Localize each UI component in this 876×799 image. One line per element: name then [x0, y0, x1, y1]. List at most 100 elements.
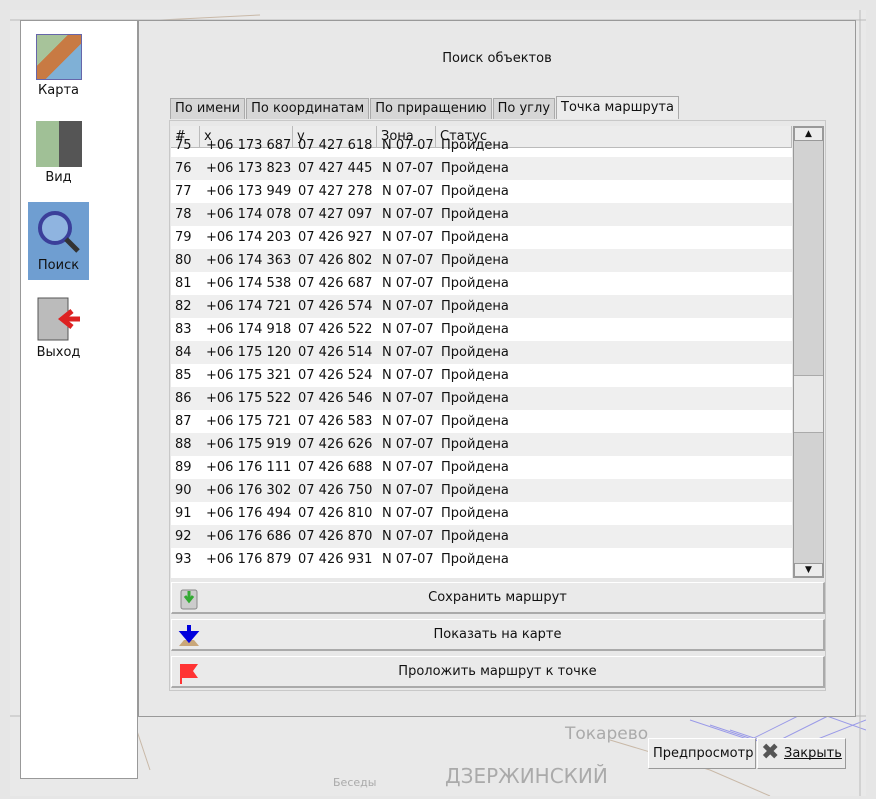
cell-x: +06 175 522 [206, 391, 292, 406]
cell-number: 86 [175, 391, 192, 406]
cell-zone: N 07-07 [382, 253, 434, 268]
cell-status: Пройдена [441, 276, 509, 291]
cell-number: 77 [175, 184, 192, 199]
tab-by-angle[interactable]: По углу [492, 98, 556, 119]
sidebar: Карта Вид Поиск Выход [20, 20, 138, 779]
cell-zone: N 07-07 [382, 345, 434, 360]
sidebar-item-label: Выход [36, 345, 81, 360]
cell-x: +06 176 686 [206, 529, 292, 544]
close-icon: ✖ [761, 740, 780, 765]
cell-y: 07 427 618 [298, 138, 373, 153]
sidebar-item-label: Карта [38, 83, 79, 98]
cell-y: 07 426 931 [298, 552, 373, 567]
cell-number: 89 [175, 460, 192, 475]
save-icon [178, 588, 200, 610]
table-row[interactable]: 83 +06 174 918 07 426 522 N 07-07 Пройдена [171, 318, 792, 341]
cell-zone: N 07-07 [382, 138, 434, 153]
sidebar-item-view[interactable]: Вид [28, 114, 89, 192]
sidebar-item-search[interactable]: Поиск [28, 202, 89, 280]
show-on-map-label: Показать на карте [433, 627, 562, 642]
cell-x: +06 174 918 [206, 322, 292, 337]
close-button[interactable]: ✖ Закрыть [757, 738, 846, 769]
table-row[interactable]: 90 +06 176 302 07 426 750 N 07-07 Пройдена [171, 479, 792, 502]
dialog-title: Поиск объектов [442, 51, 552, 66]
cell-zone: N 07-07 [382, 368, 434, 383]
tab-by-coordinates[interactable]: По координатам [246, 98, 370, 119]
cell-number: 80 [175, 253, 192, 268]
cell-status: Пройдена [441, 437, 509, 452]
table-row[interactable]: 84 +06 175 120 07 426 514 N 07-07 Пройдена [171, 341, 792, 364]
map-label: Беседы [333, 776, 377, 789]
cell-status: Пройдена [441, 138, 509, 153]
cell-y: 07 426 927 [298, 230, 373, 245]
vertical-scrollbar[interactable]: ▲ ▼ [793, 126, 824, 578]
table-row[interactable]: 80 +06 174 363 07 426 802 N 07-07 Пройдена [171, 249, 792, 272]
cell-x: +06 175 321 [206, 368, 292, 383]
cell-number: 82 [175, 299, 192, 314]
route-to-point-button[interactable]: Проложить маршрут к точке [171, 656, 825, 688]
table-row[interactable]: 93 +06 176 879 07 426 931 N 07-07 Пройдена [171, 548, 792, 571]
sidebar-item-exit[interactable]: Выход [28, 289, 89, 367]
cell-y: 07 426 687 [298, 276, 373, 291]
sidebar-item-map[interactable]: Карта [28, 27, 89, 105]
save-route-button[interactable]: Сохранить маршрут [171, 582, 825, 614]
cell-status: Пройдена [441, 299, 509, 314]
cell-x: +06 173 823 [206, 161, 292, 176]
cell-y: 07 427 278 [298, 184, 373, 199]
table-row[interactable]: 79 +06 174 203 07 426 927 N 07-07 Пройдена [171, 226, 792, 249]
cell-number: 83 [175, 322, 192, 337]
cell-status: Пройдена [441, 230, 509, 245]
table-row[interactable]: 75 +06 173 687 07 427 618 N 07-07 Пройдена [171, 134, 792, 157]
cell-y: 07 426 626 [298, 437, 373, 452]
tab-bar: По имени По координатам По приращению По… [170, 96, 680, 120]
table-body: 75 +06 173 687 07 427 618 N 07-07 Пройдена 76… [171, 134, 792, 571]
table-row[interactable]: 92 +06 176 686 07 426 870 N 07-07 Пройдена [171, 525, 792, 548]
cell-status: Пройдена [441, 161, 509, 176]
table-row[interactable]: 87 +06 175 721 07 426 583 N 07-07 Пройдена [171, 410, 792, 433]
table-row[interactable]: 89 +06 176 111 07 426 688 N 07-07 Пройдена [171, 456, 792, 479]
cell-x: +06 174 363 [206, 253, 292, 268]
table-row[interactable]: 77 +06 173 949 07 427 278 N 07-07 Пройдена [171, 180, 792, 203]
cell-y: 07 427 097 [298, 207, 373, 222]
scroll-up-button[interactable]: ▲ [794, 127, 823, 141]
cell-zone: N 07-07 [382, 322, 434, 337]
cell-zone: N 07-07 [382, 299, 434, 314]
cell-y: 07 426 750 [298, 483, 373, 498]
cell-y: 07 426 546 [298, 391, 373, 406]
close-label: Закрыть [784, 746, 842, 761]
cell-x: +06 175 919 [206, 437, 292, 452]
cell-number: 90 [175, 483, 192, 498]
route-point-pane: # x y Зона Статус 75 +06 173 687 07 427 61… [169, 120, 826, 691]
table-row[interactable]: 86 +06 175 522 07 426 546 N 07-07 Пройдена [171, 387, 792, 410]
scrollbar-thumb[interactable] [794, 375, 823, 433]
cell-zone: N 07-07 [382, 184, 434, 199]
cell-x: +06 175 120 [206, 345, 292, 360]
tab-route-point[interactable]: Точка маршрута [556, 96, 679, 119]
scroll-down-button[interactable]: ▼ [794, 563, 823, 577]
search-icon [36, 209, 82, 255]
preview-button[interactable]: Предпросмотр [648, 738, 756, 769]
table-row[interactable]: 82 +06 174 721 07 426 574 N 07-07 Пройдена [171, 295, 792, 318]
cell-number: 85 [175, 368, 192, 383]
cell-x: +06 176 302 [206, 483, 292, 498]
table-row[interactable]: 91 +06 176 494 07 426 810 N 07-07 Пройдена [171, 502, 792, 525]
table-row[interactable]: 76 +06 173 823 07 427 445 N 07-07 Пройдена [171, 157, 792, 180]
table-row[interactable]: 85 +06 175 321 07 426 524 N 07-07 Пройдена [171, 364, 792, 387]
cell-number: 78 [175, 207, 192, 222]
tab-by-increment[interactable]: По приращению [370, 98, 492, 119]
cell-x: +06 174 203 [206, 230, 292, 245]
cell-y: 07 426 514 [298, 345, 373, 360]
cell-zone: N 07-07 [382, 529, 434, 544]
table-row[interactable]: 78 +06 174 078 07 427 097 N 07-07 Пройдена [171, 203, 792, 226]
cell-zone: N 07-07 [382, 207, 434, 222]
tab-by-name[interactable]: По имени [170, 98, 246, 119]
cell-x: +06 174 078 [206, 207, 292, 222]
show-on-map-button[interactable]: Показать на карте [171, 619, 825, 651]
cell-status: Пройдена [441, 184, 509, 199]
table-row[interactable]: 88 +06 175 919 07 426 626 N 07-07 Пройдена [171, 433, 792, 456]
arrow-down-icon: ▼ [805, 565, 812, 575]
cell-status: Пройдена [441, 483, 509, 498]
cell-number: 92 [175, 529, 192, 544]
table-row[interactable]: 81 +06 174 538 07 426 687 N 07-07 Пройдена [171, 272, 792, 295]
cell-zone: N 07-07 [382, 391, 434, 406]
